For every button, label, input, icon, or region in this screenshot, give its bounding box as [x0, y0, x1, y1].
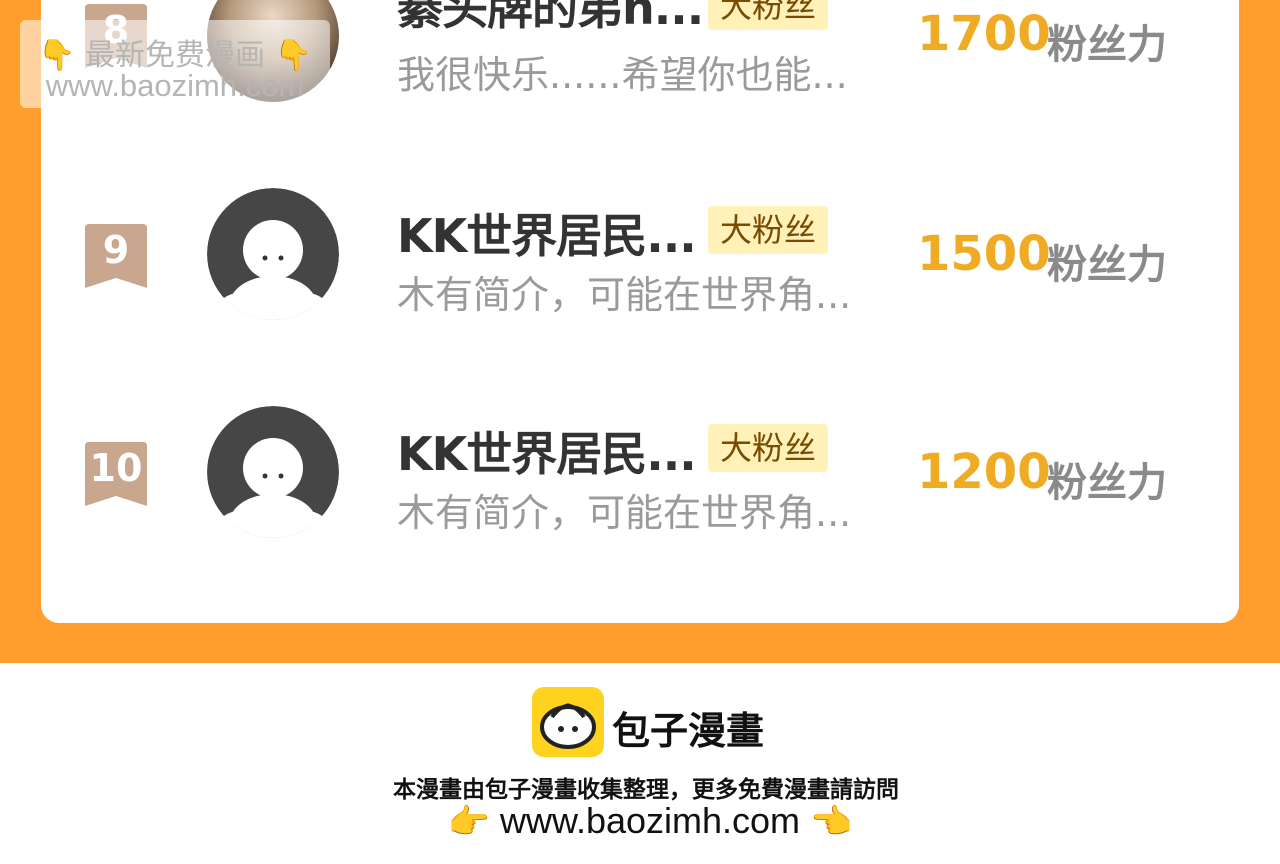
- fan-score-unit: 粉丝力: [1047, 22, 1167, 68]
- rank-number: 9: [102, 228, 130, 272]
- fan-score-unit: 粉丝力: [1047, 242, 1167, 288]
- footer-note: 本漫畫由包子漫畫收集整理，更多免費漫畫請訪問: [393, 777, 899, 803]
- baozi-logo-icon: [532, 687, 604, 757]
- footer-url-line[interactable]: 👉 www.baozimh.com 👈: [0, 800, 1280, 842]
- default-avatar-icon[interactable]: [207, 406, 339, 538]
- fan-level-badge: 大粉丝: [708, 424, 829, 472]
- fan-score: 1500: [917, 226, 1051, 282]
- fan-score: 1700: [917, 6, 1051, 62]
- fan-level-badge: 大粉丝: [708, 206, 829, 254]
- user-name[interactable]: KK世界居民...: [397, 418, 697, 484]
- pointing-left-icon: 👈: [810, 803, 853, 841]
- user-intro: 木有简介，可能在世界角...: [397, 273, 852, 317]
- site-watermark: 👇 最新免费漫画 👇 www.baozimh.com: [20, 20, 330, 108]
- user-intro: 我很快乐......希望你也能...: [397, 53, 848, 97]
- fan-score-unit: 粉丝力: [1047, 460, 1167, 506]
- rank-number: 10: [89, 446, 143, 490]
- pointing-right-icon: 👉: [447, 803, 490, 841]
- rank-badge: 10: [85, 442, 147, 506]
- watermark-url: www.baozimh.com: [45, 68, 305, 103]
- footer-url-link[interactable]: www.baozimh.com: [500, 800, 800, 841]
- ranking-row[interactable]: 10 KK世界居民... 大粉丝 木有简介，可能在世界角... 1200 粉丝力: [41, 406, 1239, 566]
- default-avatar-icon[interactable]: [207, 188, 339, 320]
- ranking-row[interactable]: 9 KK世界居民... 大粉丝 木有简介，可能在世界角... 1500 粉丝力: [41, 188, 1239, 348]
- user-intro: 木有简介，可能在世界角...: [397, 491, 852, 535]
- footer-brand: 包子漫畫: [612, 709, 765, 753]
- fan-level-badge: 大粉丝: [708, 0, 829, 30]
- fan-score: 1200: [917, 444, 1051, 500]
- user-name[interactable]: KK世界居民...: [397, 200, 697, 266]
- rank-badge: 9: [85, 224, 147, 288]
- user-name[interactable]: 綦头牌的弟h...: [397, 0, 704, 38]
